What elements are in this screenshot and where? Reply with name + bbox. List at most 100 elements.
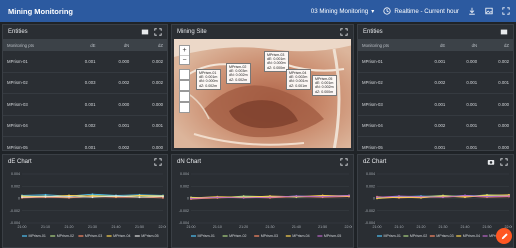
cell-value: 0.002 bbox=[417, 115, 450, 137]
x-tick-label: 21:30 bbox=[88, 225, 97, 229]
map-label[interactable]: MPrism-01 dE: 0.001m dN: 0.000m dZ: 0.00… bbox=[196, 69, 221, 90]
table-row[interactable]: MPrism-05 0.001 0.002 0.000 bbox=[3, 136, 167, 150]
label-dz: dZ: 0.001m bbox=[289, 83, 308, 88]
zoom-control: + − bbox=[179, 45, 190, 65]
delete-layers-icon[interactable] bbox=[179, 102, 190, 113]
table-icon[interactable] bbox=[500, 28, 508, 36]
dz-chart-panel: dZ Chart 0.004 0.002 0 -0.002 -0.004 21:00 21:… bbox=[357, 154, 514, 248]
edit-fab-button[interactable] bbox=[496, 228, 512, 244]
cell-value: 0.003 bbox=[65, 72, 100, 94]
cell-value: 0.000 bbox=[481, 93, 513, 116]
dz-line-chart[interactable]: 0.0040.0020-0.002-0.00421:00 21:10 21:20 21… bbox=[361, 170, 512, 247]
x-tick-label: 21:50 bbox=[135, 225, 144, 229]
table-row[interactable]: MPrism-05 0.001 0.001 0.000 bbox=[358, 136, 513, 150]
map-label[interactable]: MPrism-04 dE: 0.002m dN: 0.001m dZ: 0.00… bbox=[286, 69, 311, 90]
cell-value: 0.001 bbox=[417, 51, 450, 73]
x-tick-label: 22:00 bbox=[345, 225, 353, 229]
data-point bbox=[376, 196, 378, 199]
table-row[interactable]: MPrism-04 0.002 0.001 0.000 bbox=[358, 115, 513, 137]
dashboard-select[interactable]: 03 Mining Monitoring ▾ bbox=[311, 8, 375, 15]
fullscreen-icon[interactable] bbox=[154, 28, 162, 36]
fullscreen-icon[interactable] bbox=[154, 158, 162, 166]
x-tick-label: 21:20 bbox=[65, 225, 74, 229]
edit-layers-icon[interactable] bbox=[179, 91, 190, 102]
map-label[interactable]: MPrism-03 dE: 0.001m dN: 0.000m dZ: 0.00… bbox=[264, 51, 289, 72]
cell-value: 0.000 bbox=[449, 51, 482, 73]
legend-label: MPrism-05 bbox=[324, 234, 341, 238]
column-header[interactable]: Monitoring pts bbox=[3, 39, 66, 51]
download-icon[interactable] bbox=[468, 7, 476, 15]
image-export-icon[interactable] bbox=[485, 7, 493, 15]
table-row[interactable]: MPrism-02 0.003 0.002 0.002 bbox=[3, 72, 167, 94]
cell-value: 0.002 bbox=[481, 51, 513, 73]
fullscreen-icon[interactable] bbox=[500, 158, 508, 166]
camera-icon[interactable] bbox=[487, 158, 495, 166]
x-tick-label: 21:20 bbox=[417, 225, 426, 229]
map-label[interactable]: MPrism-05 dE: 0.001m dN: 0.002m dZ: 0.00… bbox=[312, 75, 337, 96]
column-header[interactable]: dE bbox=[65, 39, 100, 51]
cell-value: 0.001 bbox=[65, 136, 100, 150]
cell-name: MPrism-02 bbox=[358, 72, 418, 94]
table-row[interactable]: MPrism-01 0.001 0.000 0.002 bbox=[358, 51, 513, 73]
x-tick-label: 21:10 bbox=[395, 225, 404, 229]
legend-label: MPrism-05 bbox=[141, 234, 158, 238]
table-row[interactable]: MPrism-02 0.002 0.001 0.001 bbox=[358, 72, 513, 94]
table-row[interactable]: MPrism-03 0.001 0.000 0.000 bbox=[3, 93, 167, 116]
cell-value: 0.001 bbox=[133, 115, 167, 137]
dn-line-chart[interactable]: 0.0040.0020-0.002-0.00421:00 21:10 21:20 21… bbox=[175, 170, 352, 247]
cell-name: MPrism-02 bbox=[3, 72, 66, 94]
column-header[interactable]: dE bbox=[417, 39, 450, 51]
fullscreen-icon[interactable] bbox=[340, 28, 348, 36]
zoom-in-button[interactable]: + bbox=[180, 46, 189, 56]
data-point bbox=[486, 195, 488, 198]
label-dz: dZ: 0.002m bbox=[229, 77, 248, 82]
cell-value: 0.002 bbox=[99, 72, 134, 94]
panel-title: dE Chart bbox=[8, 159, 32, 165]
column-header[interactable]: dN bbox=[99, 39, 134, 51]
y-tick-label: -0.002 bbox=[179, 209, 189, 213]
de-line-chart[interactable]: 0.0040.0020-0.002-0.00421:00 21:10 21:20 21… bbox=[6, 170, 166, 247]
column-header[interactable]: dN bbox=[449, 39, 482, 51]
cell-name: MPrism-04 bbox=[358, 115, 418, 137]
de-chart-panel: dE Chart 0.004 0.002 0 -0.002 -0.004 21:00 21:… bbox=[2, 154, 168, 248]
zoom-out-button[interactable]: − bbox=[180, 56, 189, 65]
column-header[interactable]: dZ bbox=[133, 39, 167, 51]
cell-name: MPrism-05 bbox=[358, 136, 418, 150]
column-header[interactable]: Monitoring pts bbox=[358, 39, 418, 51]
data-point bbox=[321, 195, 324, 198]
table-row[interactable]: MPrism-01 0.001 0.000 0.002 bbox=[3, 51, 167, 73]
label-dz: dZ: 0.000m bbox=[315, 89, 334, 94]
legend-label: MPrism-04 bbox=[113, 234, 130, 238]
cell-name: MPrism-01 bbox=[3, 51, 66, 73]
satellite-map[interactable]: + − MPrism-01 dE: 0.001m dN: 0.000m dZ: … bbox=[174, 39, 351, 148]
panel-title: Entities bbox=[8, 29, 28, 35]
label-dn: dN: 0.002m bbox=[229, 73, 248, 78]
cell-value: 0.001 bbox=[449, 72, 482, 94]
label-dz: dZ: 0.000m bbox=[267, 65, 286, 70]
map-label[interactable]: MPrism-02 dE: 0.003m dN: 0.002m dZ: 0.00… bbox=[226, 63, 251, 84]
cell-value: 0.000 bbox=[133, 93, 167, 116]
label-dz: dZ: 0.002m bbox=[199, 83, 218, 88]
table-row[interactable]: MPrism-04 0.002 0.001 0.001 bbox=[3, 115, 167, 137]
fullscreen-icon[interactable] bbox=[340, 158, 348, 166]
timewindow-button[interactable]: Realtime - Current hour bbox=[383, 7, 459, 15]
data-point bbox=[138, 196, 141, 199]
x-tick-label: 21:10 bbox=[41, 225, 50, 229]
y-tick-label: 0 bbox=[373, 197, 375, 201]
column-header[interactable]: dZ bbox=[481, 39, 513, 51]
table-row[interactable]: MPrism-03 0.001 0.001 0.000 bbox=[358, 93, 513, 116]
legend-label: MPrism-02 bbox=[57, 234, 74, 238]
table-icon[interactable] bbox=[141, 28, 149, 36]
cell-value: 0.002 bbox=[133, 72, 167, 94]
data-point bbox=[115, 195, 117, 197]
draw-marker-icon[interactable] bbox=[179, 80, 190, 91]
draw-polygon-icon[interactable] bbox=[179, 69, 190, 80]
y-tick-label: 0.004 bbox=[11, 172, 20, 176]
cell-name: MPrism-03 bbox=[3, 93, 66, 116]
x-tick-label: 21:30 bbox=[439, 225, 448, 229]
dashboard-select-label: 03 Mining Monitoring bbox=[310, 7, 369, 15]
legend-label: MPrism-03 bbox=[436, 234, 453, 238]
fullscreen-icon[interactable] bbox=[502, 7, 510, 15]
legend-label: MPrism-04 bbox=[463, 234, 480, 238]
cell-value: 0.001 bbox=[449, 115, 482, 137]
